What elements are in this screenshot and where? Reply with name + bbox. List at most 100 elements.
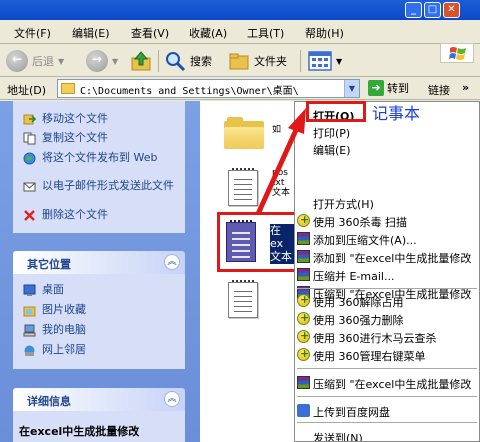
toolbar-separator xyxy=(158,50,159,72)
task-label: 以电子邮件形式发送此文件 xyxy=(42,179,174,192)
folders-button[interactable]: 文件夹 xyxy=(228,49,287,73)
menu-item-360-unlock[interactable]: 使用 360解除占用 xyxy=(295,292,479,309)
details-header[interactable]: 详细信息 ︽ xyxy=(13,388,185,411)
winrar-icon xyxy=(297,232,310,245)
copy-file-icon xyxy=(23,132,36,145)
place-label: 图片收藏 xyxy=(42,303,86,316)
highlight-open-item xyxy=(306,101,366,122)
menu-separator xyxy=(297,368,477,369)
menu-item-360-scan[interactable]: 使用 360杀毒 扫描 xyxy=(295,212,479,229)
task-label: 删除这个文件 xyxy=(42,208,108,221)
search-icon xyxy=(166,52,186,72)
back-button[interactable]: ← 后退 ▼ xyxy=(6,49,64,73)
address-bar: 地址(D) C:\Documents and Settings\Owner\桌面… xyxy=(0,78,480,100)
menu-item-edit[interactable]: 编辑(E) xyxy=(295,140,479,157)
back-dropdown-icon[interactable]: ▼ xyxy=(58,57,64,66)
other-places-header[interactable]: 其它位置 ︽ xyxy=(13,251,185,274)
menu-bar: 文件(F) 编辑(E) 查看(V) 收藏(A) 工具(T) 帮助(H) xyxy=(0,20,480,63)
menu-item-baidu-upload[interactable]: 上传到百度网盘 xyxy=(295,402,479,419)
goto-button[interactable]: ➜ 转到 xyxy=(368,80,409,96)
network-icon xyxy=(24,345,35,356)
file-name-partial: 如 xyxy=(272,125,282,135)
views-dropdown-icon[interactable]: ▼ xyxy=(336,57,342,66)
menu-item-compress-to-2[interactable]: 压缩到 "在excel中生成批量修改 xyxy=(295,374,479,391)
title-bar: _ □ ✕ xyxy=(0,0,480,20)
maximize-button[interactable]: □ xyxy=(424,2,441,18)
place-label: 我的电脑 xyxy=(42,323,86,336)
place-my-computer[interactable]: 我的电脑 xyxy=(23,323,86,337)
delete-x-icon xyxy=(24,210,35,221)
menu-help[interactable]: 帮助(H) xyxy=(305,25,344,41)
menu-item-open-with[interactable]: 打开方式(H) xyxy=(295,194,479,211)
address-path: C:\Documents and Settings\Owner\桌面\ xyxy=(80,86,299,97)
menu-file[interactable]: 文件(F) xyxy=(14,25,51,41)
place-desktop[interactable]: 桌面 xyxy=(23,283,64,297)
collapse-chevron-icon[interactable]: ︽ xyxy=(164,254,180,270)
other-places-panel: 桌面 图片收藏 我的电脑 网上邻居 xyxy=(13,274,185,369)
menu-separator xyxy=(297,396,477,397)
forward-dropdown-icon[interactable]: ▼ xyxy=(112,57,118,66)
collapse-chevron-icon[interactable]: ︽ xyxy=(164,391,180,407)
menu-item-print[interactable]: 打印(P) xyxy=(295,123,479,140)
task-email[interactable]: 以电子邮件形式发送此文件 xyxy=(23,179,182,193)
task-publish-web[interactable]: 将这个文件发布到 Web xyxy=(23,151,182,165)
360-icon xyxy=(297,347,310,361)
context-menu: 打开(O) 打印(P) 编辑(E) 打开方式(H) 使用 360杀毒 扫描 添加… xyxy=(294,101,480,442)
links-button[interactable]: 链接 xyxy=(428,82,450,98)
back-arrow-icon: ← xyxy=(6,50,28,72)
task-pane: 移动这个文件 复制这个文件 将这个文件发布到 Web 以电子邮件形式发送此文件 … xyxy=(0,101,200,442)
task-label: 移动这个文件 xyxy=(42,112,108,125)
menu-view[interactable]: 查看(V) xyxy=(131,25,169,41)
views-button[interactable]: ▼ xyxy=(308,49,342,73)
menu-separator xyxy=(297,422,477,423)
links-more-icon[interactable]: » xyxy=(462,81,469,94)
360-antivirus-icon xyxy=(297,213,310,227)
task-move[interactable]: 移动这个文件 xyxy=(23,112,108,126)
email-icon xyxy=(23,182,36,192)
menu-item-360-force-delete[interactable]: 使用 360强力删除 xyxy=(295,310,479,327)
folder-icon[interactable] xyxy=(224,117,264,149)
views-icon xyxy=(308,51,332,71)
toolbar: ← 后退 ▼ → ▼ 搜索 文件夹 ▼ xyxy=(0,45,480,77)
folders-label: 文件夹 xyxy=(254,55,287,68)
details-file-name: 在excel中生成批量修改 xyxy=(19,425,140,438)
task-label: 将这个文件发布到 Web xyxy=(42,151,158,164)
winrar-icon xyxy=(297,268,310,281)
computer-icon xyxy=(23,324,36,337)
move-file-icon xyxy=(23,114,36,125)
menu-tools[interactable]: 工具(T) xyxy=(247,25,284,41)
goto-arrow-icon: ➜ xyxy=(368,80,384,96)
task-delete[interactable]: 删除这个文件 xyxy=(23,208,108,222)
text-file-icon[interactable] xyxy=(228,168,258,206)
menu-item-360-trojan-scan[interactable]: 使用 360进行木马云查杀 xyxy=(295,328,479,345)
address-input[interactable]: C:\Documents and Settings\Owner\桌面\ ▼ xyxy=(57,79,360,98)
address-dropdown-icon[interactable]: ▼ xyxy=(344,80,359,97)
folder-icon xyxy=(61,83,75,94)
menu-favorites[interactable]: 收藏(A) xyxy=(189,25,227,41)
toolbar-separator xyxy=(300,50,301,72)
search-label: 搜索 xyxy=(190,55,212,68)
desktop-icon xyxy=(23,284,36,296)
place-pictures[interactable]: 图片收藏 xyxy=(23,303,86,317)
menu-item-add-to-archive[interactable]: 添加到 "在excel中生成批量修改 xyxy=(295,248,479,265)
minimize-button[interactable]: _ xyxy=(405,2,422,18)
place-network[interactable]: 网上邻居 xyxy=(23,343,86,357)
winrar-icon xyxy=(297,250,310,263)
forward-arrow-icon: → xyxy=(86,50,108,72)
forward-button[interactable]: → ▼ xyxy=(86,49,118,73)
close-button[interactable]: ✕ xyxy=(443,2,460,18)
up-folder-button[interactable] xyxy=(130,49,152,73)
text-file-icon[interactable] xyxy=(228,280,258,318)
goto-label: 转到 xyxy=(387,82,409,95)
search-button[interactable]: 搜索 xyxy=(164,49,212,73)
globe-icon xyxy=(23,152,36,165)
details-panel: 在excel中生成批量修改 xyxy=(13,411,185,442)
task-copy[interactable]: 复制这个文件 xyxy=(23,131,108,145)
annotation-note: 记事本 xyxy=(372,104,421,123)
menu-item-compress-email[interactable]: 压缩并 E-mail... xyxy=(295,266,479,283)
360-icon xyxy=(297,311,310,325)
menu-item-add-archive[interactable]: 添加到压缩文件(A)... xyxy=(295,230,479,247)
menu-item-360-manage-menu[interactable]: 使用 360管理右键菜单 xyxy=(295,346,479,363)
menu-edit[interactable]: 编辑(E) xyxy=(72,25,110,41)
menu-item-send-to[interactable]: 发送到(N) xyxy=(295,428,479,441)
